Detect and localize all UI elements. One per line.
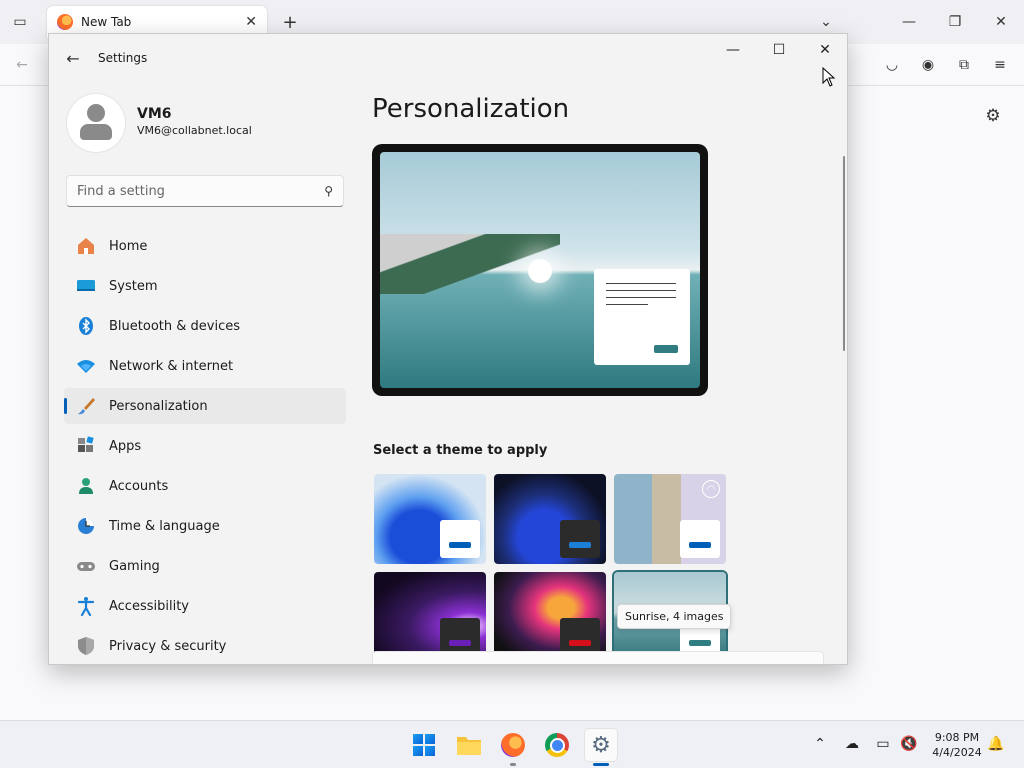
user-email: VM6@collabnet.local <box>137 124 252 137</box>
taskbar-file-explorer[interactable] <box>453 729 485 761</box>
theme-glow[interactable] <box>374 572 486 662</box>
preview-window-icon <box>594 269 690 365</box>
theme-grid: ◠ Sunrise, 4 images <box>374 474 734 664</box>
sidebar-item-network[interactable]: Network & internet <box>64 348 346 384</box>
pocket-icon[interactable]: ◡ <box>880 53 904 77</box>
search-icon[interactable]: ⚲ <box>324 184 333 198</box>
theme-windows-light[interactable] <box>374 474 486 564</box>
theme-captured-motion[interactable] <box>494 572 606 662</box>
sidebar-item-label: Gaming <box>109 558 160 574</box>
taskbar-chrome[interactable] <box>541 729 573 761</box>
restore-icon[interactable]: ❐ <box>943 10 967 34</box>
theme-tooltip: Sunrise, 4 images <box>617 604 732 629</box>
chrome-icon <box>545 733 569 757</box>
sidebar-item-gaming[interactable]: Gaming <box>64 548 346 584</box>
settings-titlebar: ← Settings — ☐ ✕ <box>49 34 847 82</box>
system-icon <box>76 276 96 296</box>
theme-windows-dark[interactable] <box>494 474 606 564</box>
taskbar-settings[interactable]: ⚙ <box>585 729 617 766</box>
firefox-icon <box>57 14 73 30</box>
avatar <box>67 94 125 152</box>
windows-logo-icon <box>413 734 435 756</box>
user-profile[interactable]: VM6 VM6@collabnet.local <box>67 94 347 154</box>
folder-icon <box>457 737 481 755</box>
theme-preview <box>372 144 708 396</box>
gear-icon[interactable]: ⚙ <box>981 104 1005 128</box>
settings-card[interactable] <box>372 651 824 664</box>
onedrive-icon[interactable]: ☁ <box>841 733 863 755</box>
sidebar-item-time-language[interactable]: Time & language <box>64 508 346 544</box>
sidebar-item-label: Personalization <box>109 398 208 414</box>
close-icon[interactable]: ✕ <box>802 34 847 66</box>
extensions-icon[interactable]: ⧉ <box>952 53 976 77</box>
sidebar-item-accounts[interactable]: Accounts <box>64 468 346 504</box>
sidebar-item-label: Time & language <box>109 518 220 534</box>
sidebar-item-label: Privacy & security <box>109 638 227 654</box>
search-box[interactable]: ⚲ <box>66 175 344 207</box>
home-icon <box>76 236 96 256</box>
sidebar-item-home[interactable]: Home <box>64 228 346 264</box>
back-arrow-icon[interactable]: ← <box>10 53 34 77</box>
sidebar-item-label: Bluetooth & devices <box>109 318 240 334</box>
sidebar-item-label: Apps <box>109 438 142 454</box>
sidebar-item-label: Accessibility <box>109 598 189 614</box>
bluetooth-icon <box>76 316 96 336</box>
gamepad-icon <box>76 556 96 576</box>
menu-icon[interactable]: ≡ <box>988 53 1012 77</box>
user-name: VM6 <box>137 106 172 122</box>
firefox-icon <box>501 733 525 757</box>
sidebar-item-privacy[interactable]: Privacy & security <box>64 628 346 664</box>
search-input[interactable] <box>77 183 325 199</box>
clock-date: 4/4/2024 <box>932 746 982 759</box>
minimize-icon[interactable]: — <box>897 10 921 34</box>
start-button[interactable] <box>408 729 440 761</box>
taskbar-firefox[interactable] <box>497 729 529 766</box>
firefox-view-icon[interactable]: ▭ <box>8 10 32 34</box>
account-icon[interactable]: ◉ <box>916 53 940 77</box>
wifi-icon <box>76 356 96 376</box>
sidebar-nav: Home System Bluetooth & devices Network … <box>64 228 346 664</box>
settings-gear-icon: ⚙ <box>591 732 611 758</box>
accessibility-icon <box>76 596 96 616</box>
accounts-icon <box>76 476 96 496</box>
browser-tab-title: New Tab <box>81 15 132 29</box>
close-window-icon[interactable]: ✕ <box>989 10 1013 34</box>
chevron-up-icon[interactable]: ⌃ <box>809 733 831 755</box>
taskbar: ⚙ ⌃ ☁ ▭ 🔇 9:08 PM 4/4/2024 🔔 <box>0 720 1024 768</box>
new-tab-icon[interactable]: + <box>278 10 302 34</box>
sidebar-item-accessibility[interactable]: Accessibility <box>64 588 346 624</box>
sidebar-item-bluetooth[interactable]: Bluetooth & devices <box>64 308 346 344</box>
main-content: Personalization Select a theme to apply <box>372 82 832 664</box>
sidebar-item-label: Home <box>109 238 148 254</box>
clock-time: 9:08 PM <box>934 731 980 744</box>
sidebar-item-label: Accounts <box>109 478 169 494</box>
settings-window: ← Settings — ☐ ✕ VM6 VM6@collabnet.local… <box>48 33 848 665</box>
spotlight-icon: ◠ <box>702 480 720 498</box>
volume-muted-icon[interactable]: 🔇 <box>898 733 920 755</box>
app-title: Settings <box>98 51 148 65</box>
wallpaper-preview <box>380 152 700 388</box>
sidebar-item-apps[interactable]: Apps <box>64 428 346 464</box>
themes-label: Select a theme to apply <box>373 443 548 458</box>
back-arrow-icon[interactable]: ← <box>63 48 83 68</box>
page-title: Personalization <box>372 94 570 124</box>
taskbar-clock[interactable]: 9:08 PM 4/4/2024 <box>924 730 990 760</box>
shield-icon <box>76 636 96 656</box>
sidebar-item-system[interactable]: System <box>64 268 346 304</box>
notification-bell-icon[interactable]: 🔔 <box>985 733 1007 755</box>
apps-icon <box>76 436 96 456</box>
brush-icon <box>76 396 96 416</box>
sidebar-item-label: Network & internet <box>109 358 234 374</box>
sidebar-item-personalization[interactable]: Personalization <box>64 388 346 424</box>
scrollbar[interactable] <box>843 156 845 351</box>
close-tab-icon[interactable]: ✕ <box>245 14 257 30</box>
theme-spotlight[interactable]: ◠ <box>614 474 726 564</box>
mouse-cursor-icon <box>822 67 836 87</box>
globe-clock-icon <box>76 516 96 536</box>
list-tabs-chevron-icon[interactable]: ⌄ <box>814 10 838 34</box>
sidebar-item-label: System <box>109 278 158 294</box>
network-icon[interactable]: ▭ <box>872 733 894 755</box>
minimize-icon[interactable]: — <box>710 34 756 66</box>
maximize-icon[interactable]: ☐ <box>756 34 802 66</box>
